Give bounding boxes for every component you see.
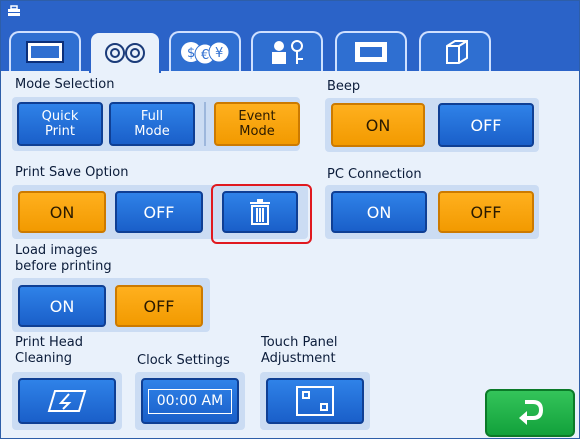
print-head-cleaning-label: Print Head Cleaning xyxy=(15,335,84,366)
frame-icon xyxy=(355,42,387,62)
mode-selection-label: Mode Selection xyxy=(15,77,115,92)
touch-panel-label: Touch Panel Adjustment xyxy=(261,335,338,366)
load-images-off-button[interactable]: OFF xyxy=(115,285,203,327)
beep-label: Beep xyxy=(327,79,361,94)
full-mode-button[interactable]: Full Mode xyxy=(109,102,195,146)
beep-off-button[interactable]: OFF xyxy=(438,103,534,147)
clock-value: 00:00 AM xyxy=(147,388,233,414)
gears-icon xyxy=(105,43,145,63)
load-images-on-button[interactable]: ON xyxy=(18,285,106,327)
load-images-label: Load images before printing xyxy=(15,243,112,274)
tab-pricing[interactable]: $ € ¥ xyxy=(169,31,241,71)
user-key-icon xyxy=(272,40,303,64)
beep-on-button[interactable]: ON xyxy=(331,103,425,147)
pc-on-button[interactable]: ON xyxy=(331,191,427,233)
clock-settings-label: Clock Settings xyxy=(137,353,230,368)
mode-divider xyxy=(204,102,206,146)
tab-box[interactable] xyxy=(419,31,491,71)
return-arrow-icon xyxy=(519,400,544,425)
tab-image[interactable] xyxy=(9,31,81,71)
print-save-on-button[interactable]: ON xyxy=(18,191,106,233)
top-bar xyxy=(1,1,579,23)
tab-bar: $ € ¥ xyxy=(1,23,579,73)
cleaning-icon xyxy=(47,390,87,412)
pc-off-button[interactable]: OFF xyxy=(438,191,534,233)
print-save-option-label: Print Save Option xyxy=(15,165,129,180)
tab-user[interactable] xyxy=(251,31,323,71)
delete-button[interactable] xyxy=(222,191,298,233)
pc-connection-label: PC Connection xyxy=(327,167,422,182)
image-frame-icon xyxy=(26,41,64,63)
print-head-cleaning-button[interactable] xyxy=(18,378,116,424)
svg-text:€: € xyxy=(201,48,209,63)
print-save-off-button[interactable]: OFF xyxy=(115,191,203,233)
trash-icon xyxy=(250,199,270,225)
currency-icon: $ € ¥ xyxy=(181,41,230,65)
quick-print-button[interactable]: Quick Print xyxy=(17,102,103,146)
touch-panel-adjustment-button[interactable] xyxy=(266,378,364,424)
calibration-icon xyxy=(296,386,334,416)
svg-text:¥: ¥ xyxy=(215,46,223,61)
toolbox-icon xyxy=(8,5,20,16)
clock-settings-button[interactable]: 00:00 AM xyxy=(141,378,239,424)
event-mode-button[interactable]: Event Mode xyxy=(214,102,300,146)
settings-screen: $ € ¥ Mode Selection Quick Print Full Mo… xyxy=(0,0,580,439)
tab-settings[interactable] xyxy=(89,31,161,73)
box-icon xyxy=(446,40,468,64)
svg-text:$: $ xyxy=(187,46,195,61)
tab-frame[interactable] xyxy=(335,31,407,71)
return-button[interactable] xyxy=(485,389,575,437)
